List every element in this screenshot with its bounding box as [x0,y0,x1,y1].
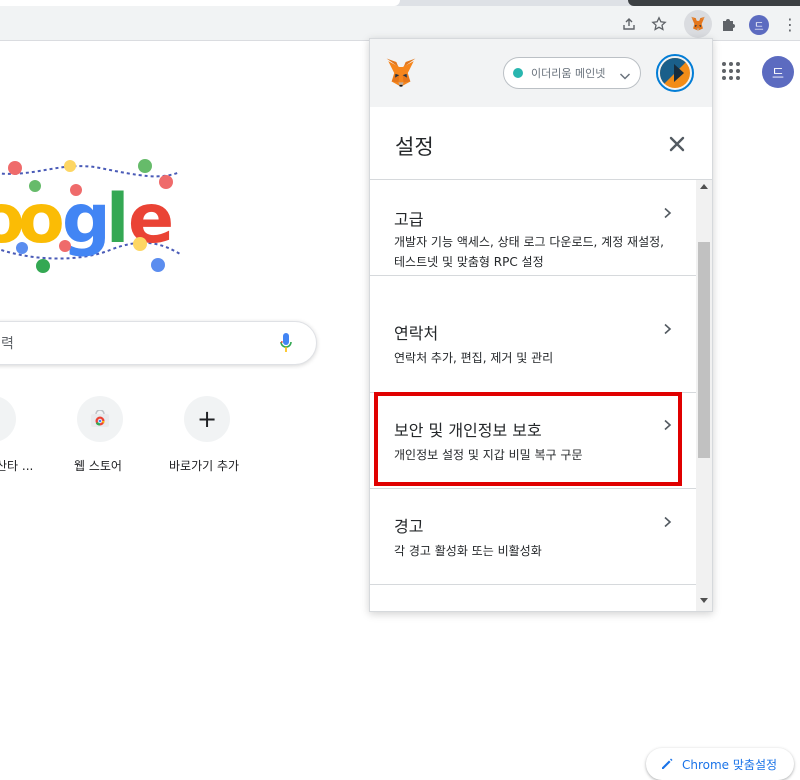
scroll-up-arrow-icon[interactable] [700,184,708,189]
identicon-icon [660,58,690,88]
bookmark-star-icon[interactable] [648,13,670,35]
scroll-down-arrow-icon[interactable] [700,598,708,603]
add-shortcut-button[interactable]: + [184,396,230,442]
list-item[interactable] [370,585,696,611]
chevron-right-icon [663,204,673,219]
metamask-extension-icon[interactable] [684,10,712,38]
metamask-fox-logo-icon[interactable] [384,56,418,90]
chevron-down-icon [619,67,631,80]
chrome-menu-icon[interactable]: ⋮ [782,14,798,36]
settings-item-contacts[interactable]: 연락처 연락처 추가, 편집, 제거 및 관리 [370,296,696,393]
shortcut-label-santa: 산타 ... [0,459,34,473]
settings-item-title: 경고 [394,517,424,536]
address-bar[interactable] [0,10,680,38]
settings-list: 고급 개발자 기능 액세스, 상태 로그 다운로드, 계정 재설정, 테스트넷 … [370,180,696,611]
scrollbar[interactable] [696,180,712,611]
network-label: 이더리움 메인넷 [531,67,606,80]
shortcut-tile-santa[interactable] [0,396,16,442]
settings-item-alerts[interactable]: 경고 각 경고 활성화 또는 비활성화 [370,489,696,585]
google-search-box[interactable]: 력 [0,321,317,365]
highlight-box [374,392,682,486]
settings-item-description: 연락처 추가, 편집, 제거 및 관리 [394,351,554,365]
google-account-avatar[interactable]: 드 [762,56,794,88]
browser-toolbar: 드 ⋮ [0,6,800,41]
metamask-popup: 이더리움 메인넷 설정 고급 개발자 기능 액세스, 상태 로그 다운로드, 계… [369,38,713,612]
settings-item-description: 각 경고 활성화 또는 비활성화 [394,544,542,558]
web-store-icon [90,409,110,428]
settings-item-title: 고급 [394,210,424,229]
chrome-customize-button[interactable]: Chrome 맞춤설정 [646,748,794,780]
settings-title: 설정 [395,135,434,159]
network-selector[interactable]: 이더리움 메인넷 [503,57,641,89]
close-icon[interactable] [668,135,686,153]
shortcut-tile-web-store[interactable] [77,396,123,442]
google-apps-icon[interactable] [722,62,742,82]
microphone-icon[interactable] [279,332,293,354]
share-icon[interactable] [618,13,640,35]
search-placeholder: 력 [1,336,14,352]
pencil-icon [660,757,674,771]
settings-item-title: 연락처 [394,324,439,343]
settings-item-description: 개발자 기능 액세스, 상태 로그 다운로드, 계정 재설정, 테스트넷 및 맞… [394,235,664,269]
account-identicon[interactable] [656,54,694,92]
extensions-puzzle-icon[interactable] [717,13,739,35]
chevron-right-icon [663,320,673,335]
profile-avatar[interactable]: 드 [749,15,769,35]
metamask-header: 이더리움 메인넷 [370,39,712,107]
customize-label: Chrome 맞춤설정 [682,757,778,772]
svg-text:l: l [106,180,129,259]
google-doodle[interactable]: o o o g l e [0,150,190,280]
network-status-dot [513,68,523,78]
scrollbar-thumb[interactable] [698,242,710,458]
settings-item-advanced[interactable]: 고급 개발자 기능 액세스, 상태 로그 다운로드, 계정 재설정, 테스트넷 … [370,180,696,276]
shortcut-label-web-store: 웹 스토어 [74,459,122,473]
shortcut-label-add: 바로가기 추가 [169,459,240,473]
chevron-right-icon [663,513,673,528]
plus-icon: + [196,405,218,433]
